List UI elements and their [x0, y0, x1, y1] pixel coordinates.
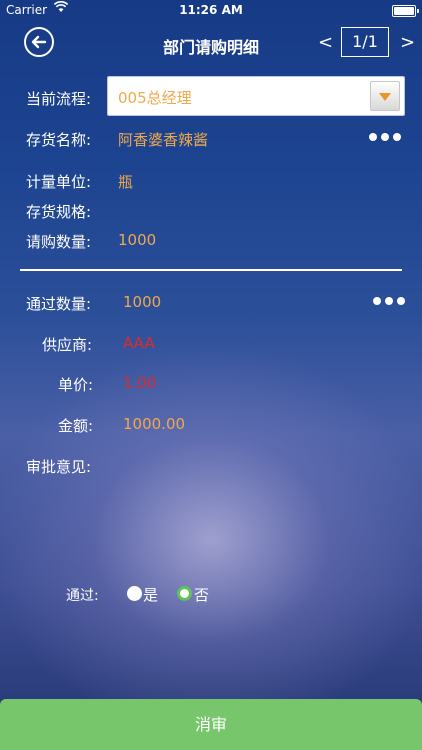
approval-label: 通过: [66, 588, 99, 604]
unit-price-label: 单价: [58, 376, 94, 394]
process-label: 当前流程: [26, 90, 92, 108]
unit-price-value: 1.00 [123, 374, 157, 392]
page-indicator: 1/1 [341, 27, 389, 57]
prev-page-button[interactable]: < [318, 32, 333, 53]
amount-value: 1000.00 [123, 415, 186, 433]
process-select-value: 005总经理 [118, 89, 192, 107]
amount-label: 金额: [58, 417, 94, 435]
radio-yes-label: 是 [143, 586, 159, 604]
status-time: 11:26 AM [179, 3, 243, 17]
more-icon[interactable] [373, 296, 405, 306]
opinion-label: 审批意见: [26, 458, 92, 476]
request-qty-value: 1000 [118, 231, 157, 249]
radio-no-label: 否 [194, 586, 210, 604]
supplier-value: AAA [123, 334, 155, 352]
section-divider [20, 269, 402, 271]
nav-bar: 部门请购明细 < 1/1 > [0, 22, 422, 66]
arrow-left-icon [31, 35, 47, 49]
pass-qty-value[interactable]: 1000 [123, 293, 161, 311]
radio-checked-icon[interactable] [177, 586, 192, 601]
spec-label: 存货规格: [26, 203, 92, 221]
radio-unchecked-icon[interactable] [127, 586, 142, 601]
dropdown-arrow-icon[interactable] [370, 81, 400, 111]
item-name-value: 阿香婆香辣酱 [118, 131, 209, 149]
request-qty-label: 请购数量: [26, 233, 92, 251]
pass-qty-label: 通过数量: [26, 295, 92, 313]
item-name-label: 存货名称: [26, 131, 92, 149]
unapprove-button[interactable]: 消审 [0, 699, 422, 750]
next-page-button[interactable]: > [400, 32, 415, 53]
process-select[interactable]: 005总经理 [107, 76, 405, 116]
status-bar: Carrier 11:26 AM [0, 0, 422, 22]
unit-label: 计量单位: [26, 173, 92, 191]
battery-icon [392, 5, 419, 17]
supplier-label: 供应商: [42, 336, 93, 354]
back-button[interactable] [24, 27, 54, 57]
unit-value: 瓶 [118, 173, 134, 191]
more-icon[interactable] [369, 132, 401, 142]
